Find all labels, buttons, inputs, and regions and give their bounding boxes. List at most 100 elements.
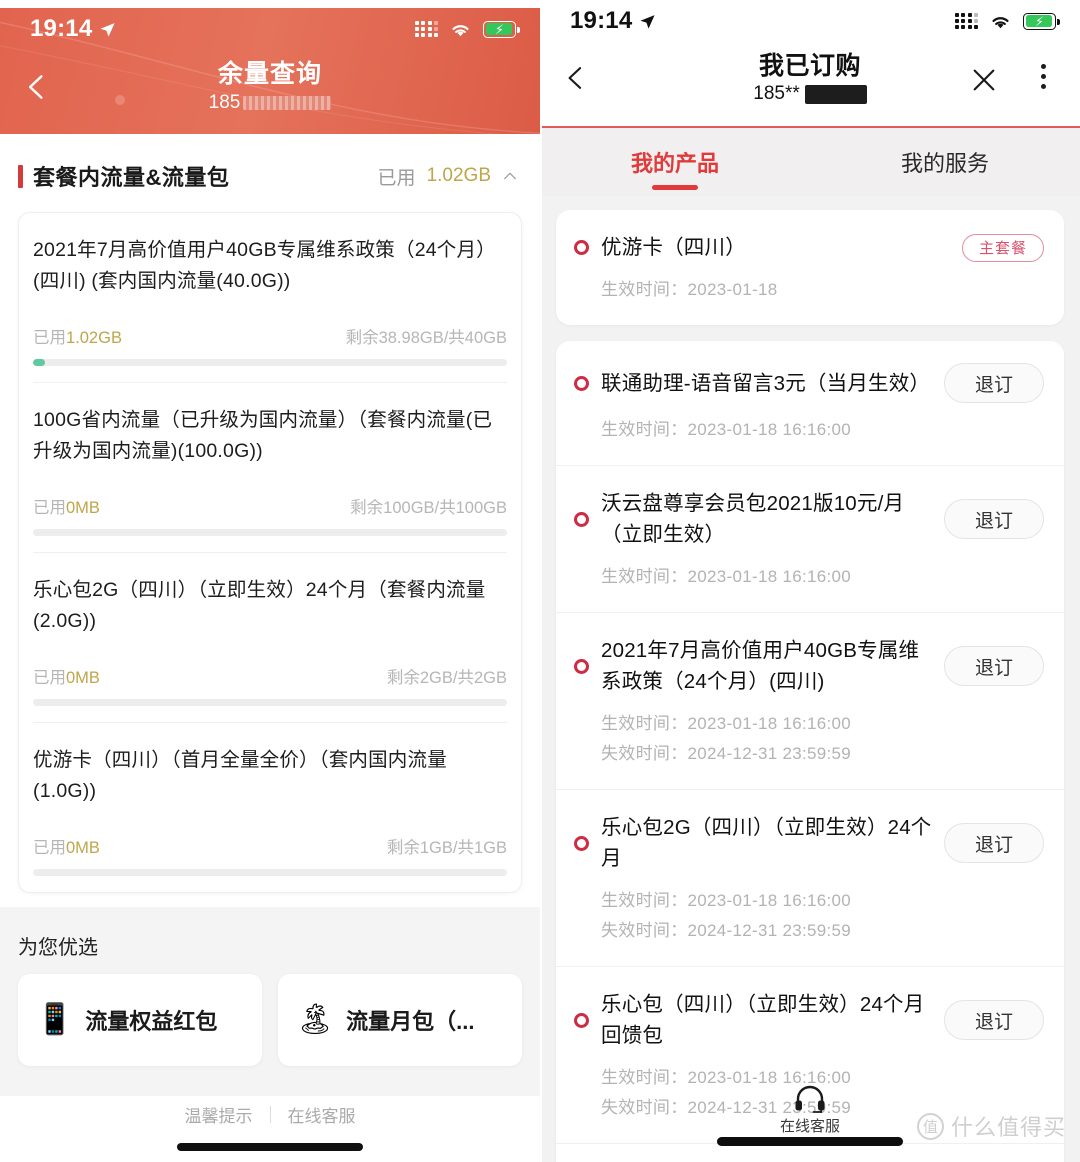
footer-link-service[interactable]: 在线客服 xyxy=(271,1102,373,1127)
left-footer: 温馨提示 在线客服 xyxy=(0,1096,540,1162)
back-chevron-icon[interactable] xyxy=(562,64,590,92)
left-phone-panel: 19:14 ⚡ 余量查询 185 套餐内流量&流量包 已用 1.02GB 202… xyxy=(0,0,540,1162)
package-used-value: 0MB xyxy=(66,499,100,517)
battery-charging-icon: ⚡ xyxy=(1023,12,1060,30)
recommend-card-label: 流量月包（... xyxy=(346,1009,475,1034)
package-item[interactable]: 2021年7月高价值用户40GB专属维系政策（24个月）(四川) (套内国内流量… xyxy=(33,213,507,382)
phone-masked-block xyxy=(243,96,332,110)
section-title: 套餐内流量&流量包 xyxy=(33,165,230,190)
section-usage-summary[interactable]: 已用 1.02GB xyxy=(378,163,518,190)
left-header: 19:14 ⚡ 余量查询 185 xyxy=(0,8,540,134)
subscription-card-list: 联通助理-语音留言3元（当月生效） 退订 生效时间：2023-01-18 16:… xyxy=(556,341,1064,1162)
package-progress-fill xyxy=(33,359,46,366)
battery-charging-icon: ⚡ xyxy=(483,20,520,38)
phone-prefix: 185 xyxy=(208,92,241,113)
list-item[interactable]: 沃云盘尊享会员包2021版10元/月（立即生效） 退订 生效时间：2023-01… xyxy=(556,465,1064,612)
close-x-icon[interactable] xyxy=(970,66,998,94)
tab-label: 我的服务 xyxy=(900,151,989,176)
list-item[interactable]: 乐心包2G（四川）（立即生效）24个月 退订 生效时间：2023-01-18 1… xyxy=(556,789,1064,966)
status-right: ⚡ xyxy=(954,12,1060,30)
list-item-header: 2021年7月高价值用户40GB专属维系政策（24个月）(四川) 退订 xyxy=(574,635,1044,697)
package-used-value: 0MB xyxy=(66,669,100,687)
tab-my-services[interactable]: 我的服务 xyxy=(810,128,1080,196)
list-item[interactable]: 联通助理-语音留言3元（当月生效） 退订 生效时间：2023-01-18 16:… xyxy=(556,341,1064,465)
unsubscribe-button[interactable]: 退订 xyxy=(944,499,1044,539)
package-used-value: 0MB xyxy=(66,839,100,857)
product-meta: 生效时间：2023-01-18 16:16:00 失效时间：2024-12-31… xyxy=(601,709,1044,769)
tab-label: 我的产品 xyxy=(630,151,719,176)
page-title: 余量查询 xyxy=(217,60,322,88)
status-time: 19:14 xyxy=(570,7,633,34)
right-phone-panel: 19:14 ⚡ 我已订购 185** 我的产品 我的服务 优游卡（四川） 主套餐… xyxy=(540,0,1080,1162)
back-chevron-icon[interactable] xyxy=(22,72,52,102)
home-indicator xyxy=(177,1143,363,1151)
package-item[interactable]: 乐心包2G（四川）（立即生效）24个月（套餐内流量(2.0G)) 已用0MB 剩… xyxy=(33,552,507,722)
status-left: 19:14 xyxy=(570,7,656,35)
right-title-wrap: 我已订购 185** xyxy=(753,46,867,105)
cut-off-text xyxy=(148,0,152,7)
product-name: 2021年7月高价值用户40GB专属维系政策（24个月）(四川) xyxy=(601,639,920,693)
unsubscribe-button[interactable]: 退订 xyxy=(944,646,1044,686)
package-item[interactable]: 优游卡（四川）（首月全量全价）（套内国内流量(1.0G)) 已用0MB 剩余1G… xyxy=(33,722,507,892)
phone-masked-text: 185** xyxy=(753,83,800,104)
data-usage-section: 套餐内流量&流量包 已用 1.02GB 2021年7月高价值用户40GB专属维系政… xyxy=(0,134,540,907)
list-item[interactable]: 5元流量包（D）（四川） 退订 xyxy=(556,1143,1064,1162)
package-progress-track xyxy=(33,359,507,366)
list-item-header: 沃云盘尊享会员包2021版10元/月（立即生效） 退订 xyxy=(574,488,1044,550)
package-used: 已用0MB xyxy=(33,834,100,858)
mobile-redpacket-icon: 📱 xyxy=(36,1003,74,1036)
expiry-time: 失效时间：2024-12-31 23:59:59 xyxy=(601,921,852,940)
package-used-value: 1.02GB xyxy=(66,329,122,347)
right-status-bar: 19:14 ⚡ xyxy=(540,0,1080,42)
product-meta: 生效时间：2023-01-18 xyxy=(601,275,1044,305)
unsubscribe-button[interactable]: 退订 xyxy=(944,823,1044,863)
bullet-ring-icon xyxy=(574,240,589,255)
left-title-wrap: 余量查询 185 xyxy=(209,54,332,114)
unsubscribe-button[interactable]: 退订 xyxy=(944,1000,1044,1040)
recommend-card-redpacket[interactable]: 📱 流量权益红包 xyxy=(18,974,262,1066)
package-name: 优游卡（四川）（首月全量全价）（套内国内流量(1.0G)) xyxy=(33,749,447,802)
bullet-ring-icon xyxy=(574,835,589,851)
cut-off-top-strip xyxy=(0,0,540,8)
package-item[interactable]: 100G省内流量（已升级为国内流量）（套餐内流量(已升级为国内流量)(100.0… xyxy=(33,382,507,552)
phone-number: 185** xyxy=(753,83,867,105)
watermark-logo: 值 xyxy=(916,1112,944,1140)
section-title-group: 套餐内流量&流量包 xyxy=(18,160,229,192)
effective-time: 生效时间：2023-01-18 xyxy=(601,280,778,299)
chevron-up-icon[interactable] xyxy=(502,168,518,184)
phone-redacted-block xyxy=(804,84,867,104)
package-remaining: 剩余1GB/共1GB xyxy=(386,839,507,857)
recommend-title: 为您优选 xyxy=(18,937,98,959)
footer-link-tips[interactable]: 温馨提示 xyxy=(168,1102,270,1127)
package-name: 100G省内流量（已升级为国内流量）（套餐内流量(已升级为国内流量)(100.0… xyxy=(33,409,493,462)
section-header[interactable]: 套餐内流量&流量包 已用 1.02GB xyxy=(0,134,540,212)
section-used-value: 1.02GB xyxy=(426,165,491,186)
product-name: 沃云盘尊享会员包2021版10元/月（立即生效） xyxy=(601,492,905,546)
watermark: 值 什么值得买 xyxy=(916,1110,1066,1142)
wifi-icon xyxy=(992,16,1009,28)
package-used-label: 已用 xyxy=(33,329,66,347)
recommend-card-monthly[interactable]: 🏝 流量月包（... xyxy=(278,974,522,1066)
tab-my-products[interactable]: 我的产品 xyxy=(540,128,810,196)
right-header: 19:14 ⚡ 我已订购 185** 我的产品 我的服务 xyxy=(540,0,1080,196)
package-used: 已用1.02GB xyxy=(33,324,122,348)
package-list-card: 2021年7月高价值用户40GB专属维系政策（24个月）(四川) (套内国内流量… xyxy=(18,212,522,893)
watermark-text: 什么值得买 xyxy=(950,1115,1066,1140)
package-stats: 已用0MB 剩余2GB/共2GB xyxy=(33,664,507,688)
cellular-signal-icon xyxy=(954,12,978,29)
package-used-label: 已用 xyxy=(33,499,66,517)
list-item[interactable]: 优游卡（四川） 主套餐 生效时间：2023-01-18 xyxy=(556,210,1064,325)
package-stats: 已用1.02GB 剩余38.98GB/共40GB xyxy=(33,324,507,348)
list-item-header: 乐心包2G（四川）（立即生效）24个月 退订 xyxy=(574,812,1044,874)
location-arrow-icon xyxy=(640,14,655,29)
bullet-ring-icon xyxy=(574,511,589,527)
more-vertical-icon[interactable] xyxy=(1041,64,1046,89)
list-item[interactable]: 2021年7月高价值用户40GB专属维系政策（24个月）(四川) 退订 生效时间… xyxy=(556,612,1064,789)
unsubscribe-button[interactable]: 退订 xyxy=(944,363,1044,403)
tab-bar: 我的产品 我的服务 xyxy=(540,126,1080,196)
effective-time: 生效时间：2023-01-18 16:16:00 xyxy=(601,567,852,586)
effective-time: 生效时间：2023-01-18 16:16:00 xyxy=(601,714,852,733)
left-nav-row: 余量查询 185 xyxy=(0,50,540,134)
product-name: 乐心包2G（四川）（立即生效）24个月 xyxy=(601,816,932,870)
product-name: 乐心包（四川）（立即生效）24个月回馈包 xyxy=(601,993,925,1047)
